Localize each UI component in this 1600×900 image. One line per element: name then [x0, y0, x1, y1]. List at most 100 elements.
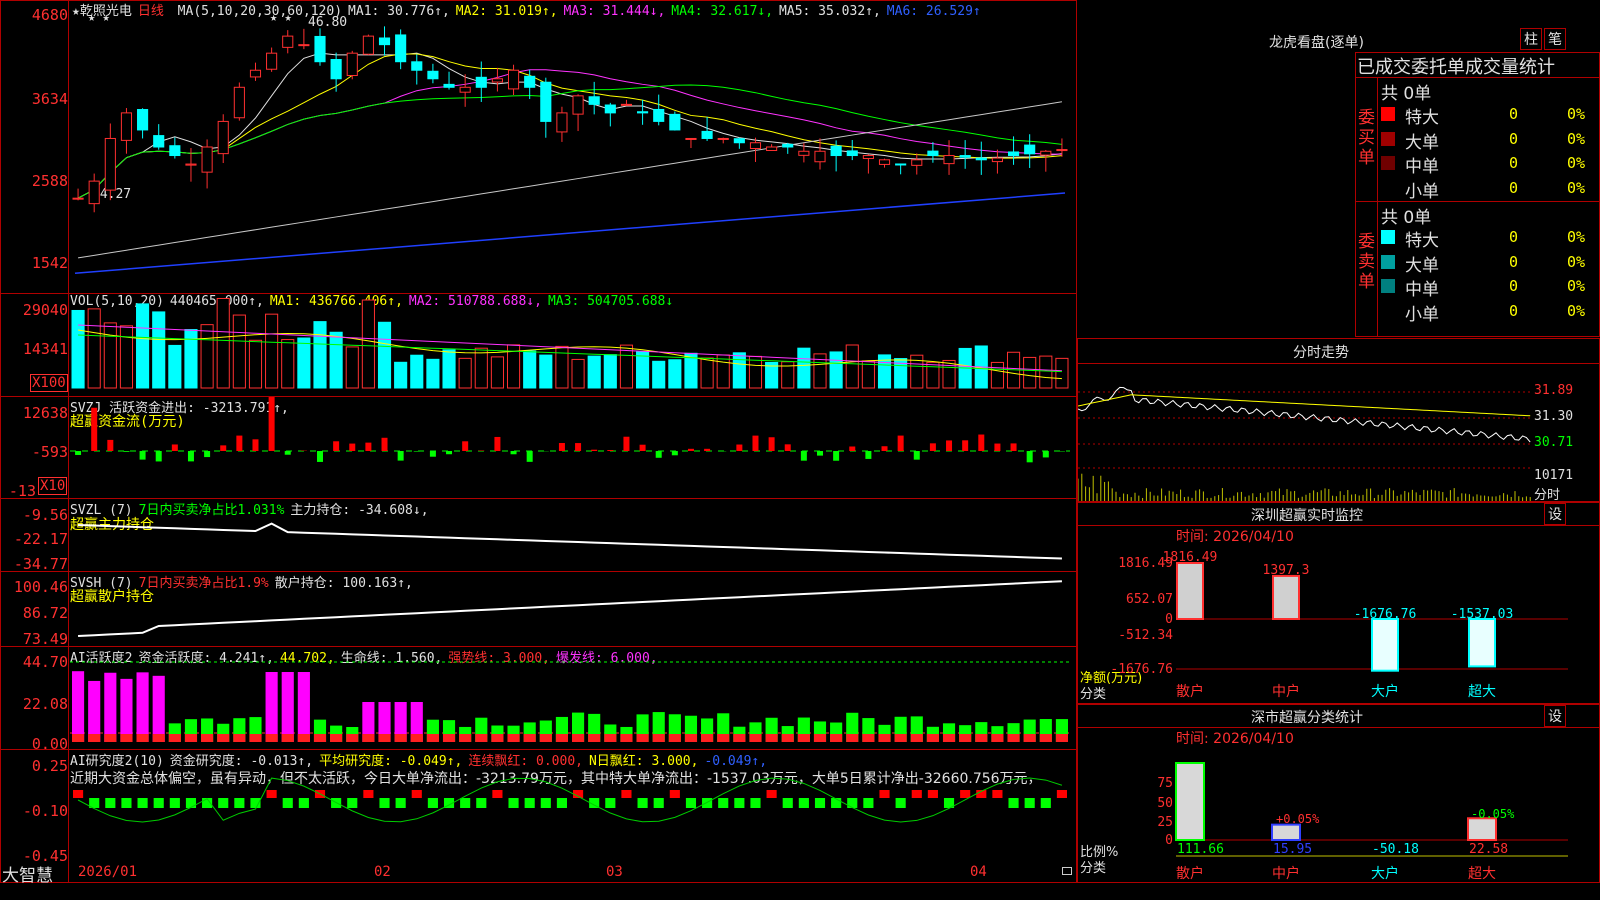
ai1-bar — [136, 672, 149, 742]
svzj-bar — [365, 442, 372, 451]
lhb-sell-row: 中单 0 0% — [1077, 274, 1600, 300]
ai2-bar — [766, 790, 777, 798]
svzj-bar — [91, 407, 98, 451]
svzj-bar — [397, 451, 404, 461]
ai1-base-bar — [942, 734, 956, 742]
ai1-base-bar — [88, 734, 101, 742]
svzj-bar — [784, 444, 791, 451]
ai1-axis-1: 22.08 — [22, 695, 68, 713]
svzj-bar — [913, 451, 920, 460]
classify-change-label: -0.05% — [1471, 807, 1515, 821]
volume-bar — [474, 347, 488, 389]
svzj-bar — [623, 436, 630, 451]
ai1-bar — [72, 671, 85, 742]
lhb-sell-vol: 0 — [1509, 228, 1519, 246]
volume-bar — [103, 322, 117, 389]
lhb-sell-pct: 0% — [1567, 252, 1586, 271]
lhb-sell-row: 小单 0 0% — [1077, 299, 1600, 325]
ai2-bar — [879, 790, 890, 798]
ma-line-5 — [74, 192, 1066, 274]
candle — [362, 35, 374, 55]
volume-bar — [587, 355, 601, 389]
ai1-base-bar — [894, 734, 907, 742]
lhb-buy-pct: 0% — [1567, 129, 1586, 148]
lhb-sell-name: 中单 — [1405, 280, 1439, 300]
volume-bar — [152, 311, 166, 389]
volume-bar — [684, 352, 698, 389]
candle — [556, 112, 568, 133]
fenshi-axis-0: 31.89 — [1534, 383, 1574, 398]
main-chart-svg[interactable] — [70, 0, 1076, 882]
ai1-bar — [265, 672, 278, 742]
monitor-bar — [1371, 618, 1399, 672]
candle — [201, 146, 213, 173]
ai2-bar — [540, 798, 551, 808]
classify-settings-button[interactable]: 设 — [1544, 705, 1566, 727]
svzl-axis-1: -22.17 — [13, 530, 68, 548]
classify-axis-tick: 50 — [1157, 796, 1173, 811]
lhb-zhu-button[interactable]: 柱 — [1520, 28, 1542, 50]
svzj-bar — [171, 444, 178, 451]
svzj-bar — [994, 443, 1001, 451]
monitor-bar — [1272, 574, 1300, 620]
ai2-bar — [492, 790, 503, 798]
volume-bar — [265, 313, 279, 389]
ai1-bar — [120, 678, 133, 742]
ai1-base-bar — [733, 734, 746, 742]
fenshi-label: 分时 — [1534, 488, 1561, 503]
svzj-axis-2: -13 — [8, 482, 36, 500]
volume-bar — [345, 346, 359, 389]
monitor-value-label: -1537.03 — [1451, 607, 1514, 622]
candle — [266, 52, 278, 70]
lhb-sub-divider — [1355, 77, 1600, 78]
candle — [395, 34, 407, 63]
ai1-base-bar — [72, 734, 85, 742]
candle — [507, 69, 520, 90]
ai1-base-bar — [1007, 734, 1020, 742]
svzj-bar — [558, 443, 565, 451]
candle — [782, 143, 794, 148]
volume-bar — [313, 321, 327, 389]
svzj-bar — [833, 451, 840, 461]
lhb-buy-row: 大单 0 0% — [1077, 127, 1600, 153]
lhb-sell-vol: 0 — [1509, 252, 1519, 271]
fenshi-title: 分时走势 — [1293, 345, 1349, 361]
volume-bar — [361, 299, 375, 389]
ai2-bar — [298, 798, 309, 808]
candle — [733, 138, 745, 144]
volume-bar — [619, 344, 634, 389]
ai2-bar — [637, 798, 648, 808]
ai1-base-bar — [765, 734, 778, 742]
svzj-bar — [639, 444, 646, 451]
ai1-bar — [88, 680, 101, 742]
candle — [1040, 150, 1052, 156]
monitor-axis-tick: 652.07 — [1126, 592, 1173, 607]
classify-category: 散户 — [1176, 865, 1204, 882]
k-axis-0: 4680 — [31, 6, 68, 24]
ai2-bar — [73, 790, 84, 798]
volume-bar — [668, 359, 682, 389]
monitor-settings-button[interactable]: 设 — [1544, 503, 1566, 525]
svzj-bar — [1010, 443, 1017, 451]
lhb-bi-button[interactable]: 笔 — [1544, 28, 1566, 50]
classify-category: 中户 — [1272, 865, 1300, 882]
ai1-base-bar — [442, 734, 456, 742]
ai1-base-bar — [184, 734, 198, 742]
ai2-bar — [927, 790, 938, 798]
monitor-value-label: 1816.49 — [1163, 550, 1218, 565]
svzj-bar — [204, 451, 211, 458]
lhb-buy-vol: 0 — [1509, 129, 1519, 148]
volume-bar — [523, 350, 537, 389]
candle — [975, 157, 987, 161]
ai1-base-bar — [1055, 734, 1068, 742]
classify-value-label: -50.18 — [1372, 842, 1419, 857]
ai2-bar — [960, 790, 971, 798]
ai2-bar — [992, 790, 1003, 798]
monitor-axis-tick: -1676.76 — [1110, 662, 1173, 677]
monitor-axis-tick: 0 — [1165, 612, 1173, 627]
ai1-base-bar — [975, 734, 988, 742]
ai2-bar — [1056, 790, 1067, 798]
ai1-base-bar — [378, 734, 391, 742]
candle — [991, 157, 1003, 163]
fenshi-panel[interactable]: 分时走势 31.89 31.30 30.71 10171 分时 — [1077, 338, 1600, 503]
